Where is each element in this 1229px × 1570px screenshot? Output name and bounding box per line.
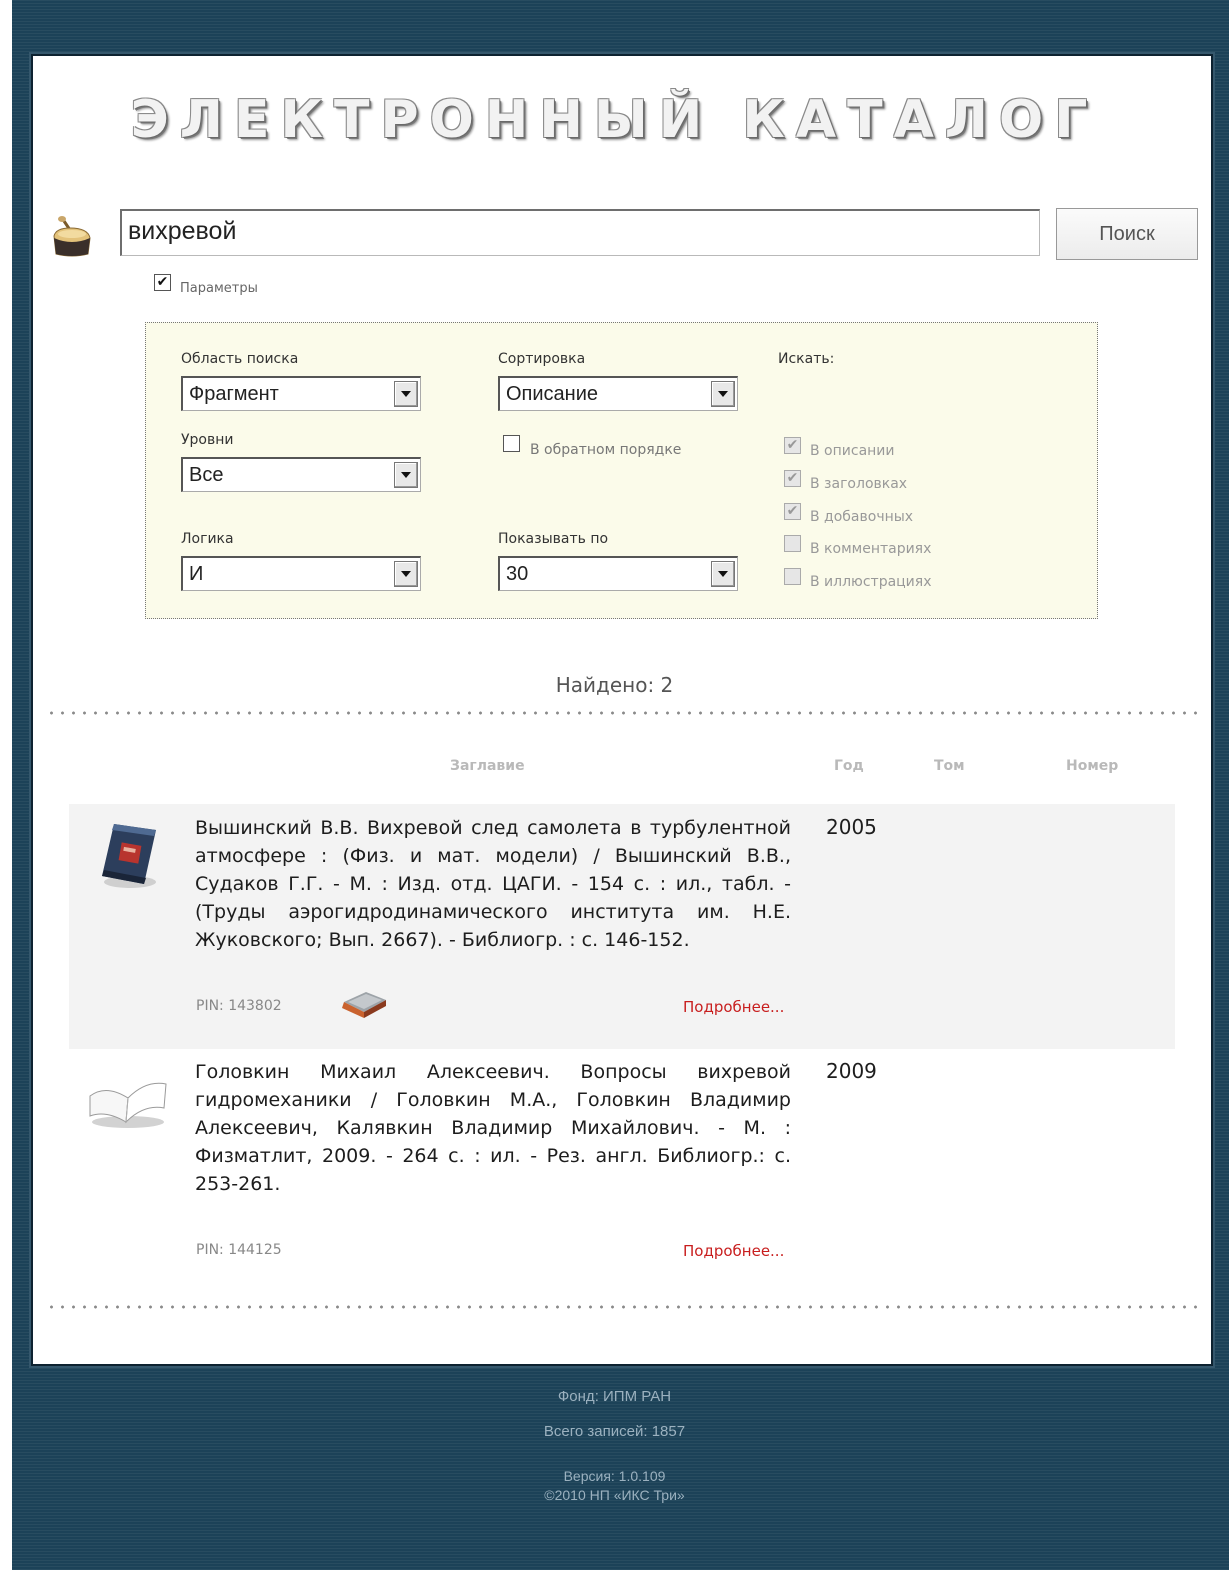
levels-label: Уровни bbox=[181, 432, 234, 448]
column-year[interactable]: Год bbox=[834, 758, 864, 774]
result-pin-2: PIN: 144125 bbox=[196, 1242, 282, 1258]
dotted-divider-top bbox=[46, 711, 1198, 715]
chevron-down-icon[interactable] bbox=[711, 561, 735, 587]
chevron-down-icon[interactable] bbox=[394, 561, 418, 587]
reverse-order-checkbox[interactable] bbox=[503, 435, 520, 452]
column-volume[interactable]: Том bbox=[934, 758, 965, 774]
area-label: Область поиска bbox=[181, 351, 299, 367]
search-in-illustrations-label: В иллюстрациях bbox=[810, 574, 932, 590]
found-count: Найдено: 2 bbox=[555, 673, 674, 697]
reverse-order-label: В обратном порядке bbox=[530, 442, 682, 458]
page-title: ЭЛЕКТРОННЫЙ КАТАЛОГ bbox=[130, 90, 1099, 150]
result-year-2: 2009 bbox=[826, 1059, 877, 1083]
search-in-label: Искать: bbox=[778, 351, 835, 367]
footer-fund: Фонд: ИПМ РАН bbox=[557, 1388, 672, 1405]
result-more-link-2[interactable]: Подробнее... bbox=[683, 1242, 784, 1260]
search-button[interactable]: Поиск bbox=[1056, 208, 1198, 260]
result-pin-1: PIN: 143802 bbox=[196, 998, 282, 1014]
logic-label: Логика bbox=[181, 531, 234, 547]
pagesize-select[interactable]: 30 bbox=[498, 556, 738, 591]
result-year-1: 2005 bbox=[826, 815, 877, 839]
levels-select[interactable]: Все bbox=[181, 457, 421, 492]
column-number[interactable]: Номер bbox=[1066, 758, 1118, 774]
result-description-1: Вышинский В.В. Вихревой след самолета в … bbox=[195, 817, 791, 951]
sort-label: Сортировка bbox=[498, 351, 586, 367]
dotted-divider-bottom bbox=[46, 1305, 1198, 1309]
search-in-titles-label: В заголовках bbox=[810, 476, 908, 492]
area-select[interactable]: Фрагмент bbox=[181, 376, 421, 411]
params-checkbox[interactable]: ✔ bbox=[154, 274, 171, 291]
search-in-comments-label: В комментариях bbox=[810, 541, 932, 557]
sort-select[interactable]: Описание bbox=[498, 376, 738, 411]
search-in-comments-checkbox bbox=[784, 535, 801, 552]
search-in-illustrations-checkbox bbox=[784, 568, 801, 585]
sort-value: Описание bbox=[506, 383, 599, 405]
pagesize-label: Показывать по bbox=[498, 531, 609, 547]
pagesize-value: 30 bbox=[506, 563, 529, 585]
open-book-icon bbox=[89, 1082, 167, 1128]
footer-version: Версия: 1.0.109 bbox=[563, 1468, 666, 1484]
left-edge-strip bbox=[0, 0, 12, 1570]
broom-clear-icon[interactable] bbox=[48, 210, 96, 258]
params-label: Параметры bbox=[180, 281, 258, 296]
search-in-additional-checkbox: ✔ bbox=[784, 503, 801, 520]
search-input[interactable]: вихревой bbox=[120, 209, 1040, 256]
stack-books-icon[interactable] bbox=[338, 988, 390, 1022]
levels-value: Все bbox=[189, 464, 224, 486]
logic-value: И bbox=[189, 563, 204, 585]
chevron-down-icon[interactable] bbox=[394, 381, 418, 407]
result-more-link-1[interactable]: Подробнее... bbox=[683, 998, 784, 1016]
search-in-titles-checkbox: ✔ bbox=[784, 470, 801, 487]
column-title[interactable]: Заглавие bbox=[450, 758, 525, 774]
footer-total-records: Всего записей: 1857 bbox=[543, 1423, 686, 1440]
result-description-2: Головкин Михаил Алексеевич. Вопросы вихр… bbox=[195, 1061, 791, 1195]
area-value: Фрагмент bbox=[189, 383, 279, 405]
logic-select[interactable]: И bbox=[181, 556, 421, 591]
blue-book-icon bbox=[102, 824, 156, 888]
chevron-down-icon[interactable] bbox=[711, 381, 735, 407]
chevron-down-icon[interactable] bbox=[394, 462, 418, 488]
search-in-description-checkbox: ✔ bbox=[784, 437, 801, 454]
footer-copyright: ©2010 НП «ИКС Три» bbox=[544, 1487, 685, 1503]
search-in-additional-label: В добавочных bbox=[810, 509, 914, 525]
search-in-description-label: В описании bbox=[810, 443, 895, 459]
